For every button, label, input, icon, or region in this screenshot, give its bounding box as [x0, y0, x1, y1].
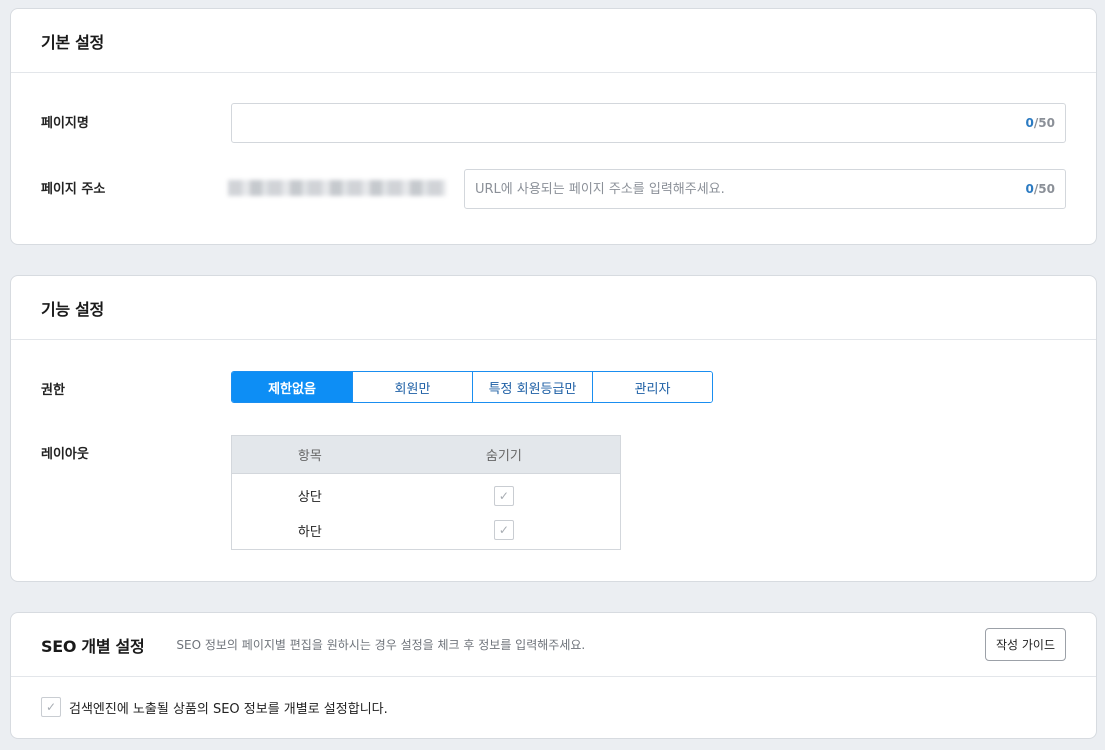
basic-settings-card: 기본 설정 페이지명 0/50 페이지 주소 0/50 [10, 8, 1097, 245]
hide-top-checkbox[interactable]: ✓ [493, 485, 514, 506]
layout-row-hide-cell: ✓ [388, 474, 621, 512]
writing-guide-button[interactable]: 작성 가이드 [984, 628, 1066, 661]
redacted-domain-prefix [228, 180, 446, 196]
feature-settings-card: 기능 설정 권한 제한없음 회원만 특정 회원등급만 관리자 레이아웃 항목 숨… [10, 275, 1097, 582]
page-name-label: 페이지명 [41, 116, 89, 131]
permission-option-admin[interactable]: 관리자 [592, 372, 712, 402]
seo-individual-checkbox-label: 검색엔진에 노출될 상품의 SEO 정보를 개별로 설정합니다. [69, 701, 388, 717]
seo-settings-card: SEO 개별 설정 SEO 정보의 페이지별 편집을 원하시는 경우 설정을 체… [10, 612, 1097, 739]
layout-label: 레이아웃 [41, 447, 89, 462]
seo-individual-setting-row[interactable]: ✓ 검색엔진에 노출될 상품의 SEO 정보를 개별로 설정합니다. [41, 697, 388, 717]
permission-label: 권한 [41, 383, 65, 398]
page-url-label: 페이지 주소 [41, 182, 106, 197]
page-name-field[interactable]: 0/50 [231, 103, 1066, 143]
page-url-counter: 0/50 [1025, 182, 1055, 196]
feature-settings-header: 기능 설정 [11, 276, 1096, 340]
layout-table: 항목 숨기기 상단 ✓ 하단 ✓ [231, 435, 621, 550]
page-name-counter: 0/50 [1025, 116, 1055, 130]
permission-segmented-control: 제한없음 회원만 특정 회원등급만 관리자 [231, 371, 713, 403]
seo-settings-title: SEO 개별 설정 [41, 636, 145, 656]
permission-option-member-grade[interactable]: 특정 회원등급만 [472, 372, 592, 402]
hide-bottom-checkbox[interactable]: ✓ [493, 520, 514, 541]
seo-settings-header: SEO 개별 설정 SEO 정보의 페이지별 편집을 원하시는 경우 설정을 체… [11, 613, 1096, 677]
layout-header-hide: 숨기기 [387, 435, 621, 474]
layout-row-item: 하단 [297, 524, 322, 540]
basic-settings-title: 기본 설정 [41, 32, 104, 52]
layout-table-header-row: 항목 숨기기 [231, 435, 621, 474]
page-url-field[interactable]: 0/50 [464, 169, 1066, 209]
page-url-input[interactable] [475, 181, 1026, 197]
layout-header-item: 항목 [231, 435, 388, 474]
seo-description: SEO 정보의 페이지별 편집을 원하시는 경우 설정을 체크 후 정보를 입력… [176, 638, 586, 652]
page-name-input[interactable] [242, 115, 1026, 131]
permission-option-unrestricted[interactable]: 제한없음 [232, 372, 352, 402]
layout-row-item: 상단 [297, 490, 322, 506]
permission-option-members[interactable]: 회원만 [352, 372, 472, 402]
table-row: 하단 ✓ [232, 512, 621, 550]
basic-settings-header: 기본 설정 [11, 9, 1096, 73]
seo-individual-checkbox[interactable]: ✓ [41, 697, 61, 717]
table-row: 상단 ✓ [232, 474, 621, 512]
layout-row-hide-cell: ✓ [388, 512, 621, 550]
feature-settings-title: 기능 설정 [41, 299, 104, 319]
